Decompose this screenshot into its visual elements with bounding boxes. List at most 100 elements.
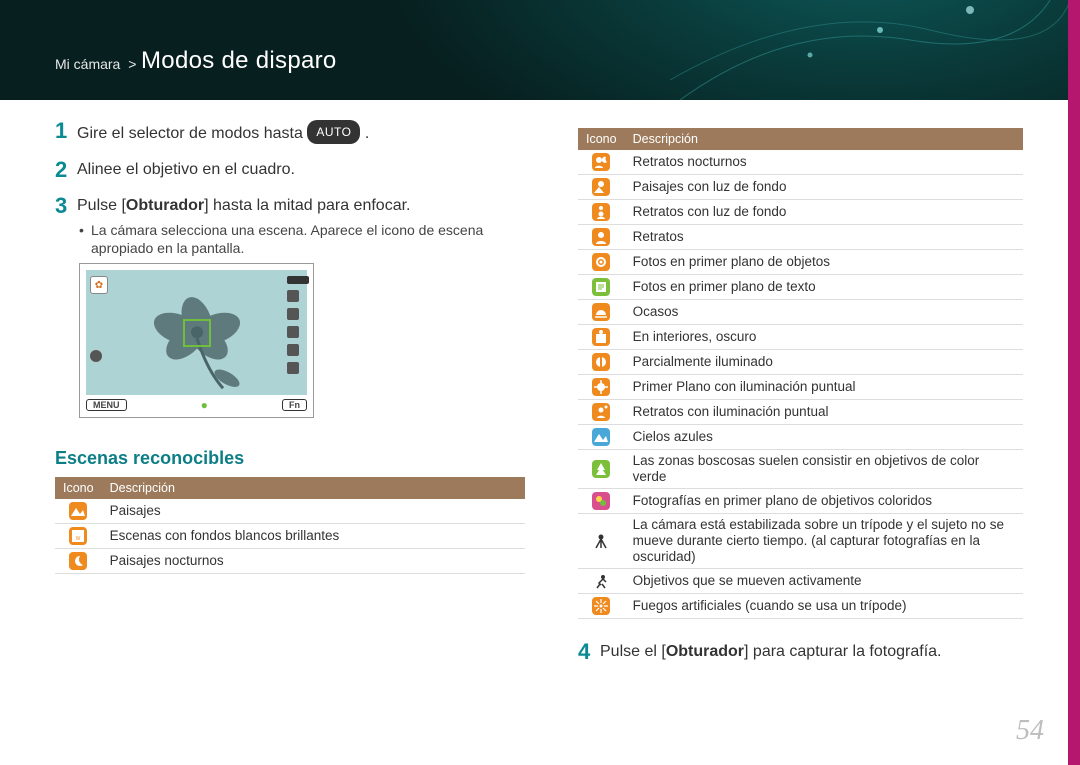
macro-object-icon	[592, 253, 610, 271]
backlight-portrait-icon	[592, 203, 610, 221]
portrait-icon	[592, 228, 610, 246]
left-column: 1 Gire el selector de modos hasta AUTO .…	[55, 120, 535, 574]
manual-page: Mi cámara > Modos de disparo 1 Gire el s…	[0, 0, 1080, 765]
step-3-bullet: La cámara selecciona una escena. Aparece…	[79, 221, 535, 257]
table-row: Parcialmente iluminado	[578, 350, 1023, 375]
scene-description: Paisajes nocturnos	[102, 549, 525, 574]
camera-preview-illustration: ✿	[79, 263, 314, 418]
step-number-1: 1	[55, 120, 77, 145]
scene-description: Las zonas boscosas suelen consistir en o…	[625, 450, 1023, 489]
fn-button-illustration: Fn	[282, 399, 307, 411]
right-column: Icono Descripción Retratos nocturnosPais…	[578, 128, 1023, 677]
table-row: Las zonas boscosas suelen consistir en o…	[578, 450, 1023, 489]
table-row: W Escenas con fondos blancos brillantes	[55, 524, 525, 549]
table-row: Fuegos artificiales (cuando se usa un tr…	[578, 594, 1023, 619]
step-3: 3 Pulse [Obturador] hasta la mitad para …	[55, 195, 535, 217]
table-row: Fotos en primer plano de objetos	[578, 250, 1023, 275]
action-icon	[592, 572, 610, 590]
scene-description: Fuegos artificiales (cuando se usa un tr…	[625, 594, 1023, 619]
scene-description: Ocasos	[625, 300, 1023, 325]
scene-description: Primer Plano con iluminación puntual	[625, 375, 1023, 400]
table-row: Fotos en primer plano de texto	[578, 275, 1023, 300]
step-1: 1 Gire el selector de modos hasta AUTO .	[55, 120, 535, 145]
step-number-2: 2	[55, 159, 77, 181]
table-row: Retratos con luz de fondo	[578, 200, 1023, 225]
backlight-landscape-icon	[592, 178, 610, 196]
col-desc-header: Descripción	[625, 128, 1023, 150]
blue-sky-icon	[592, 428, 610, 446]
table-row: Primer Plano con iluminación puntual	[578, 375, 1023, 400]
step-4: 4 Pulse el [Obturador] para capturar la …	[578, 641, 1023, 663]
macro-color-icon	[592, 492, 610, 510]
col-icon-header: Icono	[578, 128, 625, 150]
table-row: Paisajes	[55, 499, 525, 524]
scene-description: Retratos	[625, 225, 1023, 250]
night-portrait-icon	[592, 153, 610, 171]
scene-description: Fotos en primer plano de texto	[625, 275, 1023, 300]
menu-button-illustration: MENU	[86, 399, 127, 411]
scene-description: Fotos en primer plano de objetos	[625, 250, 1023, 275]
focus-dot-icon: ●	[201, 398, 208, 412]
macro-text-icon	[592, 278, 610, 296]
scene-description: La cámara está estabilizada sobre un trí…	[625, 514, 1023, 569]
landscape-icon	[69, 502, 87, 520]
preview-status-icon	[287, 344, 299, 356]
table-row: Paisajes con luz de fondo	[578, 175, 1023, 200]
preview-status-icon	[287, 308, 299, 320]
night-landscape-icon	[69, 552, 87, 570]
table-row: Objetivos que se mueven activamente	[578, 569, 1023, 594]
preview-area: ✿	[86, 270, 307, 395]
fireworks-icon	[592, 597, 610, 615]
sunset-icon	[592, 303, 610, 321]
scene-description: Parcialmente iluminado	[625, 350, 1023, 375]
table-row: Retratos	[578, 225, 1023, 250]
scene-description: Fotografías en primer plano de objetivos…	[625, 489, 1023, 514]
preview-bottom-bar: MENU ● Fn	[86, 397, 307, 413]
step-number-3: 3	[55, 195, 77, 217]
preview-status-icon	[287, 326, 299, 338]
scene-description: Paisajes	[102, 499, 525, 524]
partial-light-icon	[592, 353, 610, 371]
step-3-text: Pulse [Obturador] hasta la mitad para en…	[77, 195, 410, 217]
scene-description: Objetivos que se mueven activamente	[625, 569, 1023, 594]
scene-description: Retratos nocturnos	[625, 150, 1023, 175]
scene-description: Cielos azules	[625, 425, 1023, 450]
scenes-table-left: Icono Descripción Paisajes W Escenas con f…	[55, 477, 525, 574]
scenes-table-right: Icono Descripción Retratos nocturnosPais…	[578, 128, 1023, 619]
svg-text:W: W	[76, 536, 81, 542]
chevron-right-icon: >	[124, 56, 140, 72]
col-desc-header: Descripción	[102, 477, 525, 499]
step-1-text: Gire el selector de modos hasta AUTO .	[77, 120, 369, 145]
tripod-icon	[592, 532, 610, 550]
breadcrumb-parent: Mi cámara	[55, 56, 120, 72]
table-row: Retratos con iluminación puntual	[578, 400, 1023, 425]
scene-description: Escenas con fondos blancos brillantes	[102, 524, 525, 549]
preview-top-left-icons: ✿	[90, 276, 114, 362]
green-nature-icon	[592, 460, 610, 478]
step-2: 2 Alinee el objetivo en el cuadro.	[55, 159, 535, 181]
breadcrumb: Mi cámara >	[55, 56, 140, 72]
table-row: En interiores, oscuro	[578, 325, 1023, 350]
preview-side-icon	[90, 350, 102, 362]
page-title: Modos de disparo	[141, 47, 337, 75]
scene-description: Retratos con luz de fondo	[625, 200, 1023, 225]
table-row: Cielos azules	[578, 425, 1023, 450]
table-row: La cámara está estabilizada sobre un trí…	[578, 514, 1023, 569]
col-icon-header: Icono	[55, 477, 102, 499]
auto-mode-pill: AUTO	[307, 120, 360, 144]
indoor-dark-icon	[592, 328, 610, 346]
right-accent-bar	[1068, 0, 1080, 765]
preview-status-icon	[287, 276, 309, 284]
white-scene-icon: W	[69, 527, 87, 545]
step-2-text: Alinee el objetivo en el cuadro.	[77, 159, 295, 181]
preview-status-icon	[287, 290, 299, 302]
scene-description: Paisajes con luz de fondo	[625, 175, 1023, 200]
focus-square-icon	[183, 319, 211, 347]
spot-macro-icon	[592, 378, 610, 396]
section-heading: Escenas reconocibles	[55, 448, 535, 469]
preview-status-icon	[287, 362, 299, 374]
page-number: 54	[1016, 715, 1044, 747]
spot-portrait-icon	[592, 403, 610, 421]
scene-description: Retratos con iluminación puntual	[625, 400, 1023, 425]
preview-right-icons	[287, 276, 303, 374]
